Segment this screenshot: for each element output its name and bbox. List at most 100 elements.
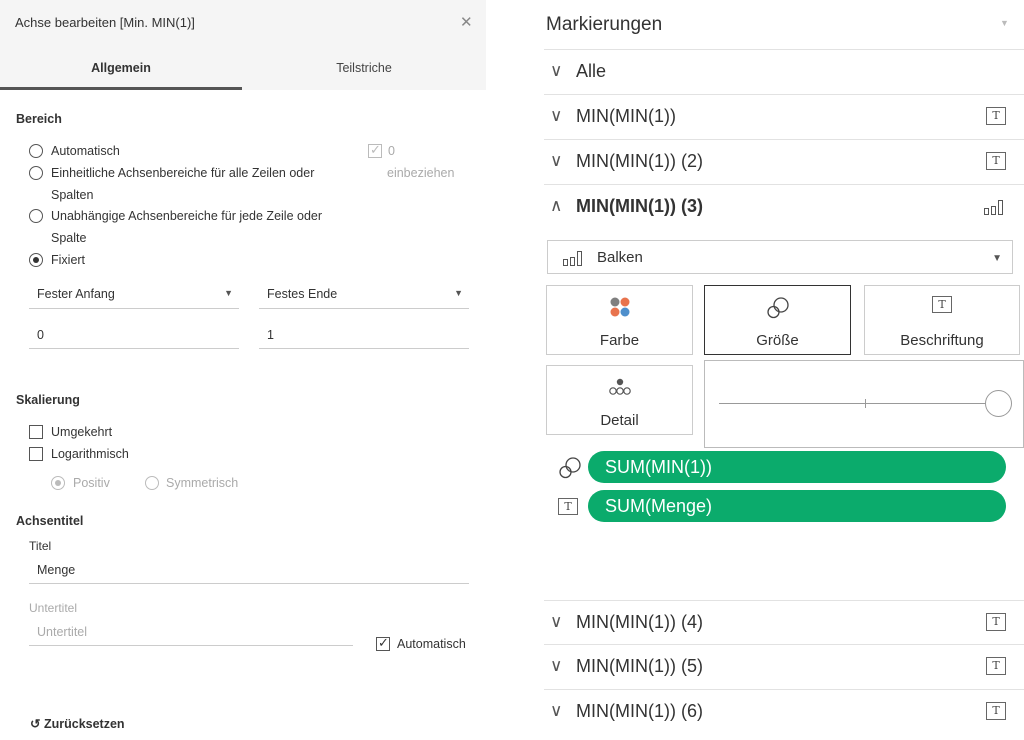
radio-positive-label: Positiv [73, 476, 110, 490]
marks-row-min-6[interactable]: ∨ MIN(MIN(1)) (6) T [544, 690, 1024, 735]
chevron-down-icon: ∨ [550, 106, 563, 125]
marks-row-label: MIN(MIN(1)) (5) [576, 656, 703, 676]
radio-independent-ranges-label-2: Spalte [51, 231, 87, 245]
radio-fixed-label: Fixiert [51, 253, 86, 267]
reset-icon: ↺ [30, 717, 41, 731]
size-slider-handle[interactable] [985, 390, 1012, 417]
dialog-title: Achse bearbeiten [Min. MIN(1)] [15, 15, 195, 30]
chevron-down-icon: ▼ [992, 253, 1002, 264]
size-card-label: Größe [756, 332, 799, 349]
color-card[interactable]: Farbe [546, 285, 693, 355]
dialog-tabs: Allgemein Teilstriche [0, 47, 486, 90]
subtitle-input[interactable]: Untertitel [29, 622, 353, 646]
logarithmic-label: Logarithmisch [51, 447, 129, 461]
radio-symmetric[interactable] [145, 476, 159, 490]
color-card-label: Farbe [599, 332, 640, 349]
text-mark-icon: T [986, 657, 1006, 675]
radio-automatic[interactable] [29, 144, 43, 158]
dialog-header: Achse bearbeiten [Min. MIN(1)] ✕ [0, 0, 486, 47]
logarithmic-checkbox[interactable] [29, 447, 43, 461]
tab-teilstriche[interactable]: Teilstriche [242, 47, 486, 90]
text-mark-icon: T [558, 498, 578, 515]
fixed-end-dropdown-label: Festes Ende [267, 287, 338, 301]
title-value: Menge [37, 563, 76, 577]
marks-card: Markierungen ▼ ∨ Alle ∨ MIN(MIN(1)) T ∨ … [544, 0, 1024, 740]
pill-sum-menge[interactable]: SUM(Menge) [588, 490, 1006, 522]
pill-sum-min[interactable]: SUM(MIN(1)) [588, 451, 1006, 483]
color-icon [610, 297, 629, 317]
marks-row-label: MIN(MIN(1)) [576, 106, 676, 126]
radio-uniform-ranges[interactable] [29, 166, 43, 180]
text-mark-icon: T [986, 702, 1006, 720]
size-icon [559, 457, 581, 479]
bar-chart-icon [563, 250, 585, 266]
detail-card[interactable]: Detail [546, 365, 693, 435]
label-card[interactable]: T Beschriftung [864, 285, 1020, 355]
size-slider-track[interactable] [719, 403, 989, 404]
text-mark-icon: T [986, 107, 1006, 125]
text-mark-icon: T [986, 152, 1006, 170]
size-slider-popup [704, 360, 1024, 448]
chevron-down-icon[interactable]: ▼ [1000, 18, 1009, 28]
marks-row-min-4[interactable]: ∨ MIN(MIN(1)) (4) T [544, 600, 1024, 645]
marks-row-label: MIN(MIN(1)) (3) [576, 196, 703, 216]
size-icon [766, 297, 789, 319]
marks-title: Markierungen [546, 14, 663, 35]
marks-row-min[interactable]: ∨ MIN(MIN(1)) T [544, 95, 1024, 140]
automatic-subtitle-checkbox[interactable] [376, 635, 390, 651]
size-slider-tick [865, 399, 866, 408]
chevron-down-icon: ▼ [224, 288, 233, 298]
close-icon[interactable]: ✕ [460, 13, 473, 31]
scale-section-title: Skalierung [16, 393, 80, 407]
detail-card-label: Detail [600, 412, 639, 429]
marks-row-all[interactable]: ∨ Alle [544, 50, 1024, 95]
chevron-down-icon: ▼ [454, 288, 463, 298]
marks-row-min-3[interactable]: ∧ MIN(MIN(1)) (3) [544, 185, 1024, 230]
chevron-down-icon: ∨ [550, 701, 563, 720]
bar-chart-icon [984, 199, 1006, 215]
chevron-down-icon: ∨ [550, 61, 563, 80]
radio-symmetric-label: Symmetrisch [166, 476, 239, 490]
fixed-end-value: 1 [267, 328, 274, 342]
detail-icon [608, 378, 631, 395]
marks-header: Markierungen ▼ [544, 0, 1024, 50]
radio-positive[interactable] [51, 476, 65, 490]
edit-axis-dialog: Achse bearbeiten [Min. MIN(1)] ✕ Allgeme… [0, 0, 486, 740]
include-zero-label-1: 0 [388, 144, 395, 158]
marks-row-min-2[interactable]: ∨ MIN(MIN(1)) (2) T [544, 140, 1024, 185]
automatic-subtitle-label: Automatisch [397, 637, 466, 651]
marks-row-min-5[interactable]: ∨ MIN(MIN(1)) (5) T [544, 645, 1024, 690]
reversed-checkbox[interactable] [29, 425, 43, 439]
chevron-down-icon: ∨ [550, 656, 563, 675]
include-zero-label-2: einbeziehen [387, 166, 455, 180]
chevron-down-icon: ∨ [550, 151, 563, 170]
reset-button[interactable]: ↺ Zurücksetzen [30, 716, 125, 731]
fixed-start-dropdown[interactable]: Fester Anfang ▼ [29, 285, 239, 309]
subtitle-placeholder: Untertitel [37, 625, 88, 639]
marks-row-label: Alle [576, 61, 607, 81]
reset-label: Zurücksetzen [43, 717, 125, 731]
reversed-label: Umgekehrt [51, 425, 113, 439]
text-mark-icon: T [932, 296, 952, 313]
title-label: Titel [29, 539, 52, 553]
radio-independent-ranges[interactable] [29, 209, 43, 223]
include-zero-checkbox[interactable] [368, 142, 382, 158]
pill-label: SUM(Menge) [605, 496, 713, 516]
mark-type-dropdown[interactable]: Balken ▼ [547, 240, 1013, 274]
subtitle-label: Untertitel [29, 601, 78, 615]
text-mark-icon: T [986, 613, 1006, 631]
tab-allgemein[interactable]: Allgemein [0, 47, 242, 90]
marks-row-label: MIN(MIN(1)) (4) [576, 612, 703, 632]
radio-uniform-ranges-label-2: Spalten [51, 188, 94, 202]
fixed-end-input[interactable]: 1 [259, 325, 469, 349]
title-input[interactable]: Menge [29, 560, 469, 584]
label-card-label: Beschriftung [900, 332, 984, 349]
range-section-title: Bereich [16, 112, 62, 126]
radio-independent-ranges-label-1: Unabhängige Achsenbereiche für jede Zeil… [51, 209, 323, 223]
radio-fixed[interactable] [29, 253, 43, 267]
size-card[interactable]: Größe [704, 285, 851, 355]
marks-row-label: MIN(MIN(1)) (6) [576, 701, 703, 721]
fixed-start-value: 0 [37, 328, 44, 342]
fixed-end-dropdown[interactable]: Festes Ende ▼ [259, 285, 469, 309]
fixed-start-input[interactable]: 0 [29, 325, 239, 349]
